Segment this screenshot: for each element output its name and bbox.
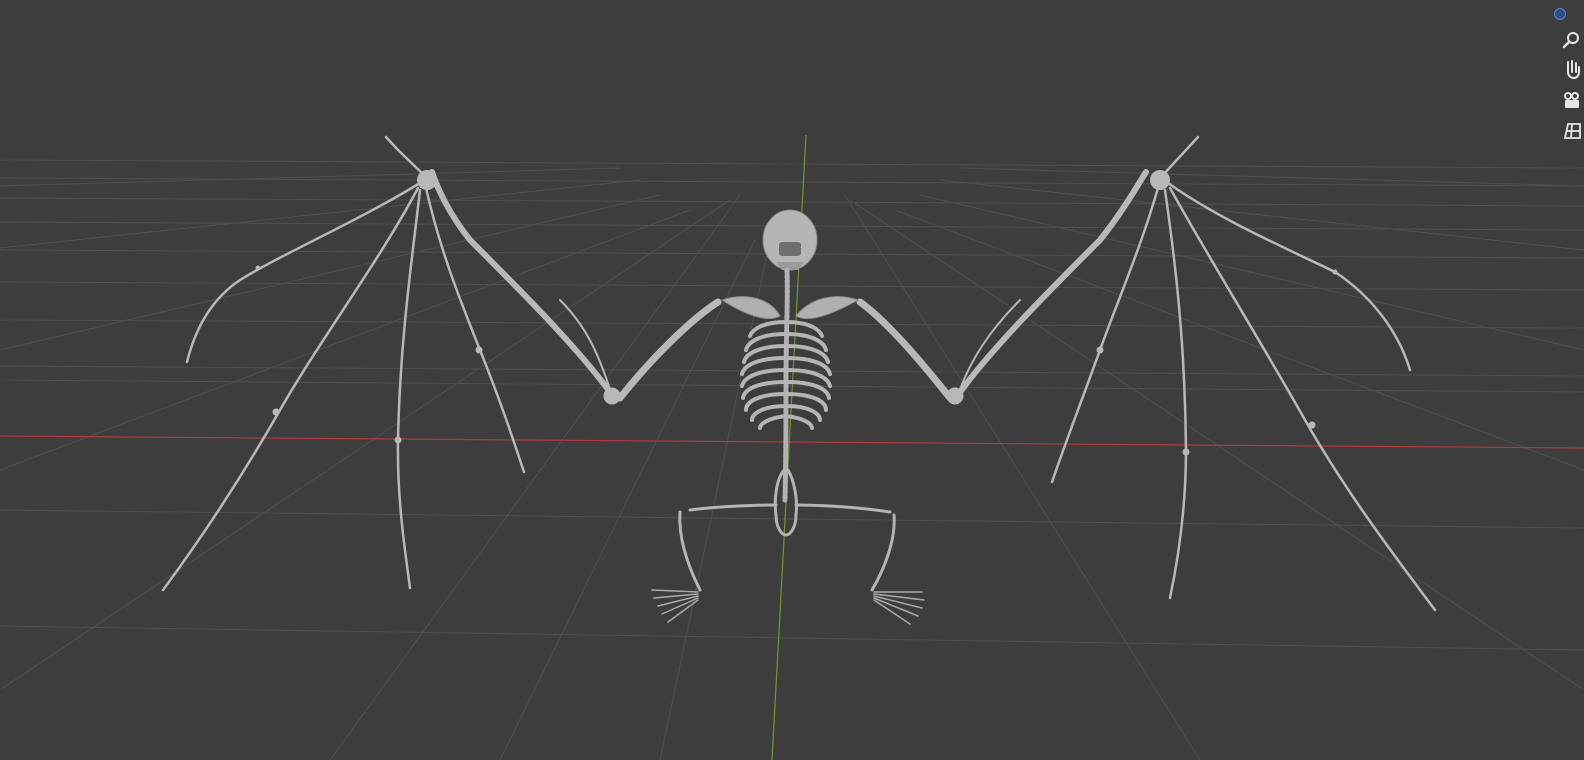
scene-canvas[interactable] [0,0,1584,760]
perspective-grid-icon[interactable] [1560,118,1584,142]
pan-hand-icon[interactable] [1560,58,1584,82]
spine[interactable] [782,267,790,503]
skull[interactable] [762,209,818,271]
3d-viewport[interactable] [0,0,1584,760]
camera-view-icon[interactable] [1560,88,1584,112]
navigation-gizmo [1544,0,1584,150]
zoom-icon[interactable] [1560,28,1584,52]
view-orientation-dot[interactable] [1554,8,1566,20]
